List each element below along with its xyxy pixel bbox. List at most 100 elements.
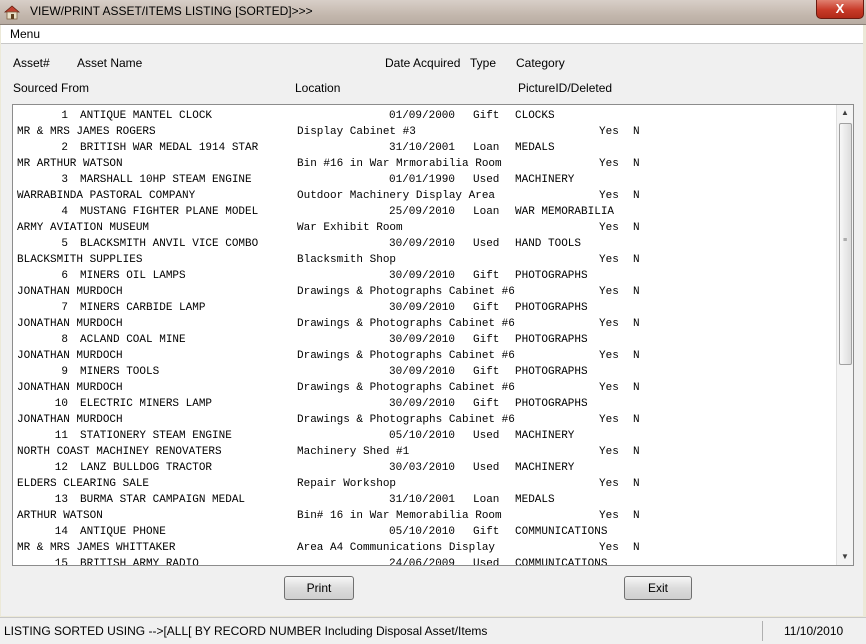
picture-flag: Yes (599, 286, 619, 298)
asset-location: Outdoor Machinery Display Area (297, 190, 496, 202)
asset-location: Machinery Shed #1 (297, 446, 410, 458)
table-row[interactable]: 1 ANTIQUE MANTEL CLOCK 01/09/2000 Gift CLOCK… (17, 108, 833, 124)
table-row-detail[interactable]: JONATHAN MURDOCH Drawings & Photographs C… (17, 284, 833, 300)
asset-number: 15 (54, 558, 68, 566)
asset-category: PHOTOGRAPHS (515, 398, 588, 410)
table-row-detail[interactable]: NORTH COAST MACHINEY RENOVATERS Machinery… (17, 444, 833, 460)
table-row[interactable]: 9 MINERS TOOLS 30/09/2010 Gift PHOTOGRAPHS (17, 364, 833, 380)
date-acquired: 25/09/2010 (389, 206, 456, 218)
table-row-detail[interactable]: BLACKSMITH SUPPLIES Blacksmith Shop Yes N (17, 252, 833, 268)
asset-number: 12 (54, 462, 68, 474)
asset-type: Gift (473, 302, 500, 314)
asset-number: 8 (61, 334, 68, 346)
table-row[interactable]: 14 ANTIQUE PHONE 05/10/2010 Gift COMMUNICATI… (17, 524, 833, 540)
sourced-from: JONATHAN MURDOCH (17, 350, 123, 362)
header-type: Type (470, 56, 497, 70)
table-row-detail[interactable]: JONATHAN MURDOCH Drawings & Photographs C… (17, 348, 833, 364)
picture-flag: Yes (599, 510, 619, 522)
sourced-from: JONATHAN MURDOCH (17, 414, 123, 426)
sourced-from: JONATHAN MURDOCH (17, 286, 123, 298)
table-row[interactable]: 2 BRITISH WAR MEDAL 1914 STAR 31/10/2001 Lo… (17, 140, 833, 156)
table-row[interactable]: 13 BURMA STAR CAMPAIGN MEDAL 31/10/2001 Loa… (17, 492, 833, 508)
asset-name: MINERS OIL LAMPS (80, 270, 186, 282)
table-row[interactable]: 8 ACLAND COAL MINE 30/09/2010 Gift PHOTOGRAP… (17, 332, 833, 348)
date-acquired: 30/09/2010 (389, 270, 456, 282)
asset-number: 3 (61, 174, 68, 186)
asset-type: Gift (473, 334, 500, 346)
table-row-detail[interactable]: JONATHAN MURDOCH Drawings & Photographs C… (17, 380, 833, 396)
table-row[interactable]: 15 BRITISH ARMY RADIO 24/06/2009 Used COMMUN… (17, 556, 833, 566)
table-row-detail[interactable]: JONATHAN MURDOCH Drawings & Photographs C… (17, 412, 833, 428)
table-row[interactable]: 10 ELECTRIC MINERS LAMP 30/09/2010 Gift PHOT… (17, 396, 833, 412)
title-bar[interactable]: VIEW/PRINT ASSET/ITEMS LISTING [SORTED]>… (0, 0, 866, 25)
asset-number: 1 (61, 110, 68, 122)
sourced-from: ARMY AVIATION MUSEUM (17, 222, 150, 234)
table-row[interactable]: 5 BLACKSMITH ANVIL VICE COMBO 30/09/2010 Us… (17, 236, 833, 252)
header-asset-name: Asset Name (77, 56, 143, 70)
table-row-detail[interactable]: ARTHUR WATSON Bin# 16 in War Memorabilia … (17, 508, 833, 524)
table-row-detail[interactable]: ELDERS CLEARING SALE Repair Workshop Yes N (17, 476, 833, 492)
asset-number: 14 (54, 526, 68, 538)
table-row-detail[interactable]: ARMY AVIATION MUSEUM War Exhibit Room Yes N (17, 220, 833, 236)
table-row-detail[interactable]: JONATHAN MURDOCH Drawings & Photographs C… (17, 316, 833, 332)
scroll-up-icon[interactable]: ▲ (837, 105, 853, 121)
asset-name: ACLAND COAL MINE (80, 334, 186, 346)
close-button[interactable]: X (816, 0, 864, 19)
sourced-from: ARTHUR WATSON (17, 510, 103, 522)
date-acquired: 01/09/2000 (389, 110, 456, 122)
deleted-flag: N (633, 350, 640, 362)
asset-location: War Exhibit Room (297, 222, 403, 234)
picture-flag: Yes (599, 414, 619, 426)
asset-type: Used (473, 558, 500, 566)
date-acquired: 31/10/2001 (389, 142, 456, 154)
exit-button[interactable]: Exit (624, 576, 692, 600)
asset-name: ANTIQUE MANTEL CLOCK (80, 110, 213, 122)
date-acquired: 01/01/1990 (389, 174, 456, 186)
asset-number: 5 (61, 238, 68, 250)
grip-icon: ≡ (843, 237, 848, 244)
print-button[interactable]: Print (284, 576, 354, 600)
asset-listing[interactable]: 1 ANTIQUE MANTEL CLOCK 01/09/2000 Gift CLOCK… (12, 104, 854, 566)
table-row-detail[interactable]: WARRABINDA PASTORAL COMPANY Outdoor Machi… (17, 188, 833, 204)
table-row-detail[interactable]: MR & MRS JAMES WHITTAKER Area A4 Communic… (17, 540, 833, 556)
table-row-detail[interactable]: MR ARTHUR WATSON Bin #16 in War Mrmorabil… (17, 156, 833, 172)
table-row[interactable]: 12 LANZ BULLDOG TRACTOR 30/03/2010 Used MACH… (17, 460, 833, 476)
asset-category: PHOTOGRAPHS (515, 270, 588, 282)
asset-number: 4 (61, 206, 68, 218)
deleted-flag: N (633, 254, 640, 266)
asset-type: Gift (473, 110, 500, 122)
asset-type: Used (473, 430, 500, 442)
table-row[interactable]: 6 MINERS OIL LAMPS 30/09/2010 Gift PHOTOGRAP… (17, 268, 833, 284)
asset-category: PHOTOGRAPHS (515, 302, 588, 314)
asset-type: Used (473, 174, 500, 186)
asset-name: BRITISH ARMY RADIO (80, 558, 199, 566)
table-row[interactable]: 3 MARSHALL 10HP STEAM ENGINE 01/01/1990 Use… (17, 172, 833, 188)
asset-rows: 1 ANTIQUE MANTEL CLOCK 01/09/2000 Gift CLOCK… (17, 108, 833, 566)
scroll-thumb[interactable]: ≡ (839, 123, 852, 365)
menu-bar: Menu (1, 25, 863, 44)
asset-type: Gift (473, 270, 500, 282)
status-text: LISTING SORTED USING -->[ALL[ BY RECORD … (4, 624, 488, 638)
asset-category: MACHINERY (515, 174, 575, 186)
header-location: Location (295, 81, 341, 95)
vertical-scrollbar[interactable]: ▲ ≡ ▼ (836, 105, 853, 565)
table-row-detail[interactable]: MR & MRS JAMES ROGERS Display Cabinet #3 Y… (17, 124, 833, 140)
sourced-from: JONATHAN MURDOCH (17, 382, 123, 394)
scroll-down-icon[interactable]: ▼ (837, 549, 853, 565)
deleted-flag: N (633, 126, 640, 138)
deleted-flag: N (633, 414, 640, 426)
asset-category: CLOCKS (515, 110, 555, 122)
asset-name: LANZ BULLDOG TRACTOR (80, 462, 213, 474)
table-row[interactable]: 4 MUSTANG FIGHTER PLANE MODEL 25/09/2010 Lo… (17, 204, 833, 220)
table-row[interactable]: 11 STATIONERY STEAM ENGINE 05/10/2010 Used M… (17, 428, 833, 444)
asset-number: 2 (61, 142, 68, 154)
asset-category: PHOTOGRAPHS (515, 366, 588, 378)
asset-name: BURMA STAR CAMPAIGN MEDAL (80, 494, 246, 506)
picture-flag: Yes (599, 318, 619, 330)
sourced-from: BLACKSMITH SUPPLIES (17, 254, 143, 266)
table-row[interactable]: 7 MINERS CARBIDE LAMP 30/09/2010 Gift PHOTOG… (17, 300, 833, 316)
asset-name: ELECTRIC MINERS LAMP (80, 398, 213, 410)
picture-flag: Yes (599, 350, 619, 362)
menu-item-menu[interactable]: Menu (10, 27, 40, 41)
asset-location: Blacksmith Shop (297, 254, 397, 266)
